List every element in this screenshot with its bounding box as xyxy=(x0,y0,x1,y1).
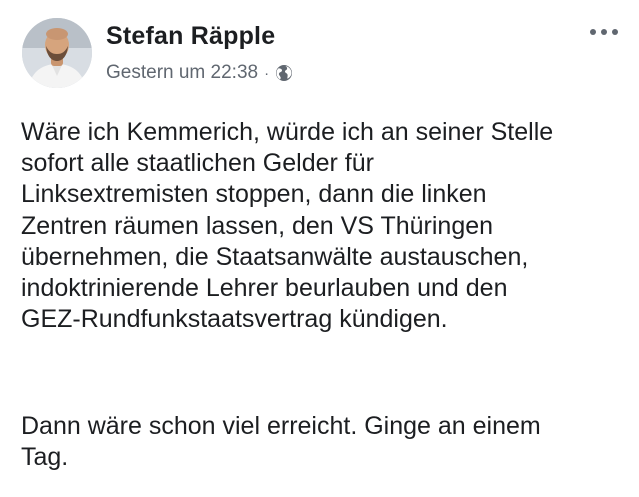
post-meta: Gestern um 22:38 · xyxy=(106,62,293,84)
globe-icon[interactable] xyxy=(275,64,293,82)
post-header: Stefan Räpple Gestern um 22:38 · xyxy=(22,18,622,94)
author-avatar[interactable] xyxy=(22,18,92,88)
meta-separator: · xyxy=(264,64,270,82)
more-options-button[interactable] xyxy=(586,20,622,44)
post-timestamp[interactable]: Gestern um 22:38 xyxy=(106,62,258,84)
post-paragraph-1: Wäre ich Kemmerich, würde ich an seiner … xyxy=(21,118,554,334)
post-paragraph-2: Dann wäre schon viel erreicht. Ginge an … xyxy=(21,412,541,472)
avatar-image xyxy=(22,18,92,88)
facebook-post: Stefan Räpple Gestern um 22:38 · Wäre ic… xyxy=(0,0,639,497)
author-name[interactable]: Stefan Räpple xyxy=(106,22,275,51)
more-options-icon xyxy=(590,29,618,35)
